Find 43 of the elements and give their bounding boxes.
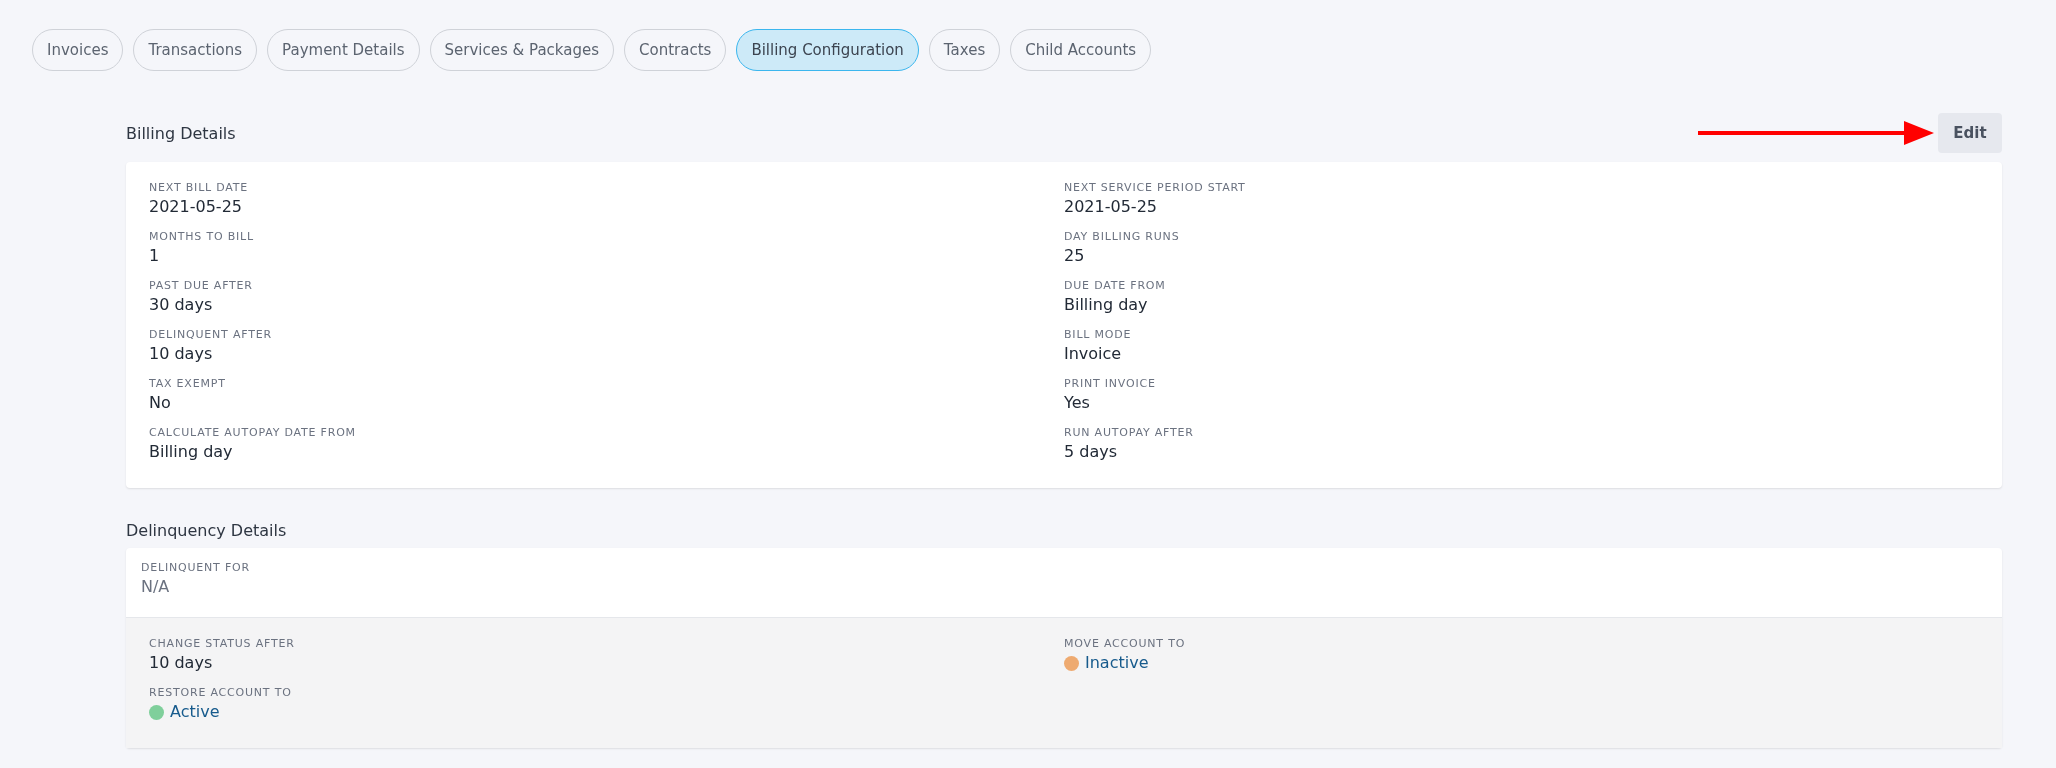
section-title: Delinquency Details xyxy=(126,520,287,540)
field-value: Billing day xyxy=(1064,294,1149,316)
field-label: MONTHS TO BILL xyxy=(149,229,255,245)
field-value: Yes xyxy=(1064,392,1091,414)
field-label: NEXT SERVICE PERIOD START xyxy=(1064,180,1247,196)
field-value: Billing day xyxy=(149,441,234,463)
tab[interactable]: Taxes xyxy=(928,29,1001,71)
field-label: PAST DUE AFTER xyxy=(149,278,254,294)
field-value: 2021-05-25 xyxy=(149,196,243,218)
edit-button[interactable]: Edit xyxy=(1938,113,2002,153)
field-label: DAY BILLING RUNS xyxy=(1064,229,1181,245)
field-label: DELINQUENT AFTER xyxy=(149,327,273,343)
field-value: 25 xyxy=(1064,245,1086,267)
field-label: RESTORE ACCOUNT TO xyxy=(149,685,293,701)
section-title: Billing Details xyxy=(126,123,236,143)
tab[interactable]: Contracts xyxy=(624,29,727,71)
field-label: CALCULATE AUTOPAY DATE FROM xyxy=(149,425,357,441)
field-value: 2021-05-25 xyxy=(1064,196,1158,218)
field-value: Invoice xyxy=(1064,343,1123,365)
field-value: 10 days xyxy=(149,343,214,365)
field-value: No xyxy=(149,392,172,414)
field-label: MOVE ACCOUNT TO xyxy=(1064,636,1187,652)
field-label: PRINT INVOICE xyxy=(1064,376,1157,392)
field-label: BILL MODE xyxy=(1064,327,1133,343)
tab[interactable]: Billing Configuration xyxy=(736,29,919,71)
tab[interactable]: Services & Packages xyxy=(429,29,615,71)
field-label: TAX EXEMPT xyxy=(149,376,227,392)
field-label: CHANGE STATUS AFTER xyxy=(149,636,296,652)
tab[interactable]: Child Accounts xyxy=(1010,29,1152,71)
field-value: N/A xyxy=(141,576,171,598)
field-value: 10 days xyxy=(149,652,214,674)
field-value: 5 days xyxy=(1064,441,1119,463)
field-label: RUN AUTOPAY AFTER xyxy=(1064,425,1195,441)
status-link[interactable]: Active xyxy=(170,701,220,723)
tab[interactable]: Invoices xyxy=(32,29,124,71)
tab[interactable]: Payment Details xyxy=(267,29,420,71)
field-value: 1 xyxy=(149,245,161,267)
field-label: NEXT BILL DATE xyxy=(149,180,250,196)
tab[interactable]: Transactions xyxy=(133,29,258,71)
field-label: DUE DATE FROM xyxy=(1064,278,1167,294)
field-label: DELINQUENT FOR xyxy=(141,560,251,576)
status-link[interactable]: Inactive xyxy=(1085,652,1149,674)
field-value: 30 days xyxy=(149,294,214,316)
